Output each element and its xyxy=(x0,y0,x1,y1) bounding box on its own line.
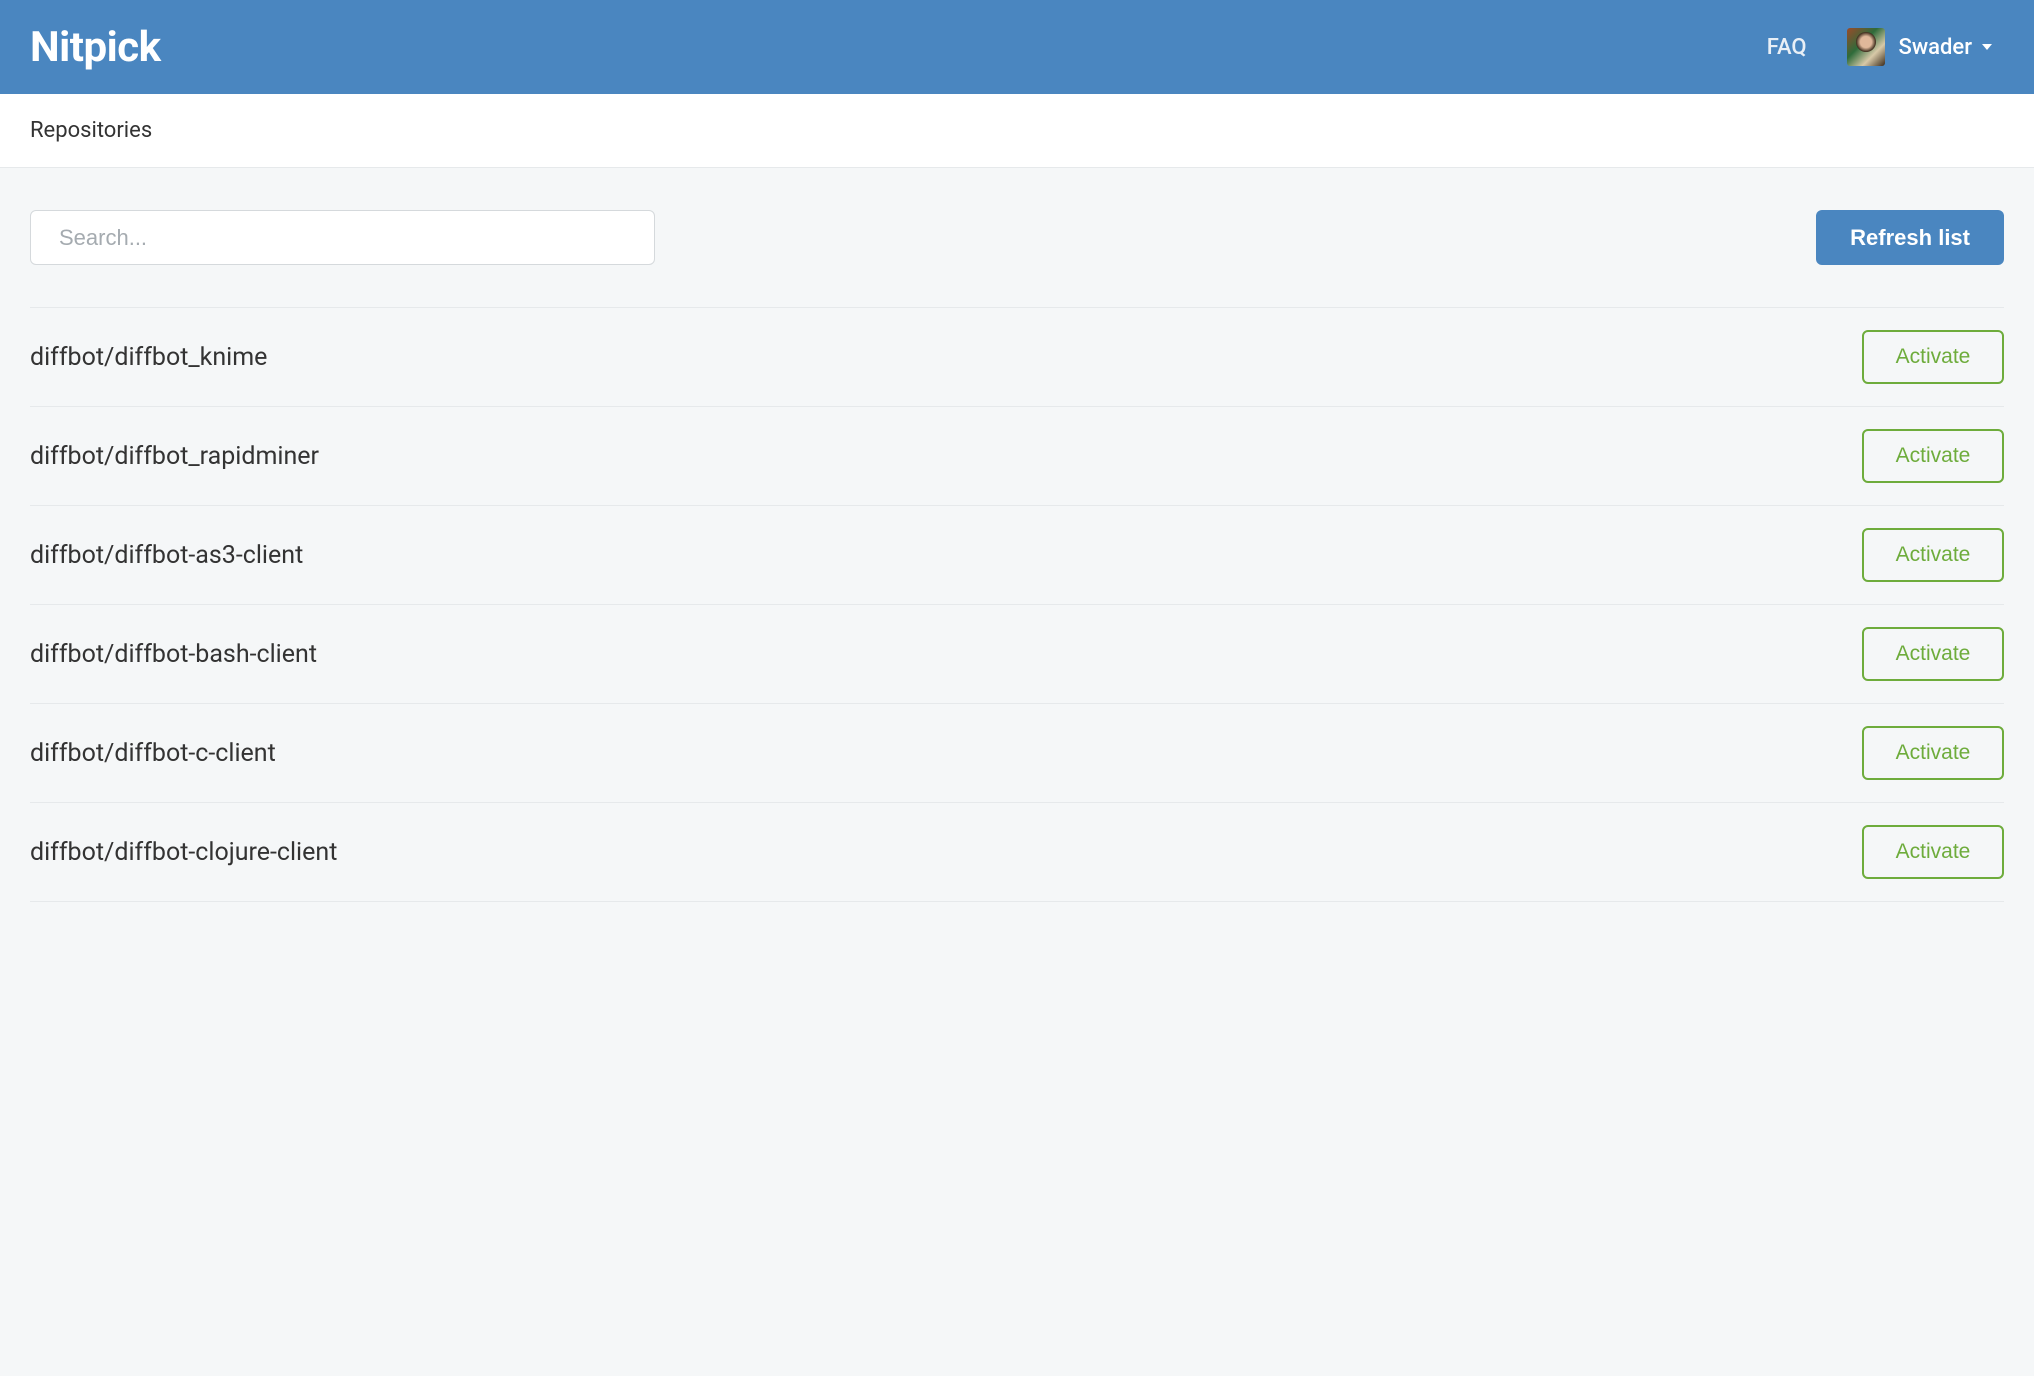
activate-button[interactable]: Activate xyxy=(1862,825,2004,879)
repo-row: diffbot/diffbot_knime Activate xyxy=(30,308,2004,407)
app-header: Nitpick FAQ Swader xyxy=(0,0,2034,94)
activate-button[interactable]: Activate xyxy=(1862,726,2004,780)
repo-row: diffbot/diffbot-clojure-client Activate xyxy=(30,803,2004,902)
username-label: Swader xyxy=(1899,35,1972,60)
user-menu[interactable]: Swader xyxy=(1847,28,1992,66)
repo-name[interactable]: diffbot/diffbot-as3-client xyxy=(30,541,303,570)
repo-name[interactable]: diffbot/diffbot-c-client xyxy=(30,739,276,768)
repo-name[interactable]: diffbot/diffbot_rapidminer xyxy=(30,442,319,471)
repo-list: diffbot/diffbot_knime Activate diffbot/d… xyxy=(30,307,2004,902)
faq-link[interactable]: FAQ xyxy=(1767,35,1807,60)
header-nav: FAQ Swader xyxy=(1767,28,2004,66)
avatar xyxy=(1847,28,1885,66)
repo-name[interactable]: diffbot/diffbot-clojure-client xyxy=(30,838,337,867)
repo-row: diffbot/diffbot_rapidminer Activate xyxy=(30,407,2004,506)
page-title: Repositories xyxy=(30,118,2004,143)
page-subheader: Repositories xyxy=(0,94,2034,168)
activate-button[interactable]: Activate xyxy=(1862,429,2004,483)
chevron-down-icon xyxy=(1982,44,1992,50)
repo-name[interactable]: diffbot/diffbot_knime xyxy=(30,343,267,372)
refresh-button[interactable]: Refresh list xyxy=(1816,210,2004,265)
repo-row: diffbot/diffbot-bash-client Activate xyxy=(30,605,2004,704)
toolbar: Refresh list xyxy=(30,210,2004,265)
repo-row: diffbot/diffbot-as3-client Activate xyxy=(30,506,2004,605)
repo-row: diffbot/diffbot-c-client Activate xyxy=(30,704,2004,803)
app-logo[interactable]: Nitpick xyxy=(30,23,161,72)
activate-button[interactable]: Activate xyxy=(1862,528,2004,582)
activate-button[interactable]: Activate xyxy=(1862,627,2004,681)
main-content: Refresh list diffbot/diffbot_knime Activ… xyxy=(0,168,2034,902)
search-input[interactable] xyxy=(30,210,655,265)
activate-button[interactable]: Activate xyxy=(1862,330,2004,384)
repo-name[interactable]: diffbot/diffbot-bash-client xyxy=(30,640,317,669)
